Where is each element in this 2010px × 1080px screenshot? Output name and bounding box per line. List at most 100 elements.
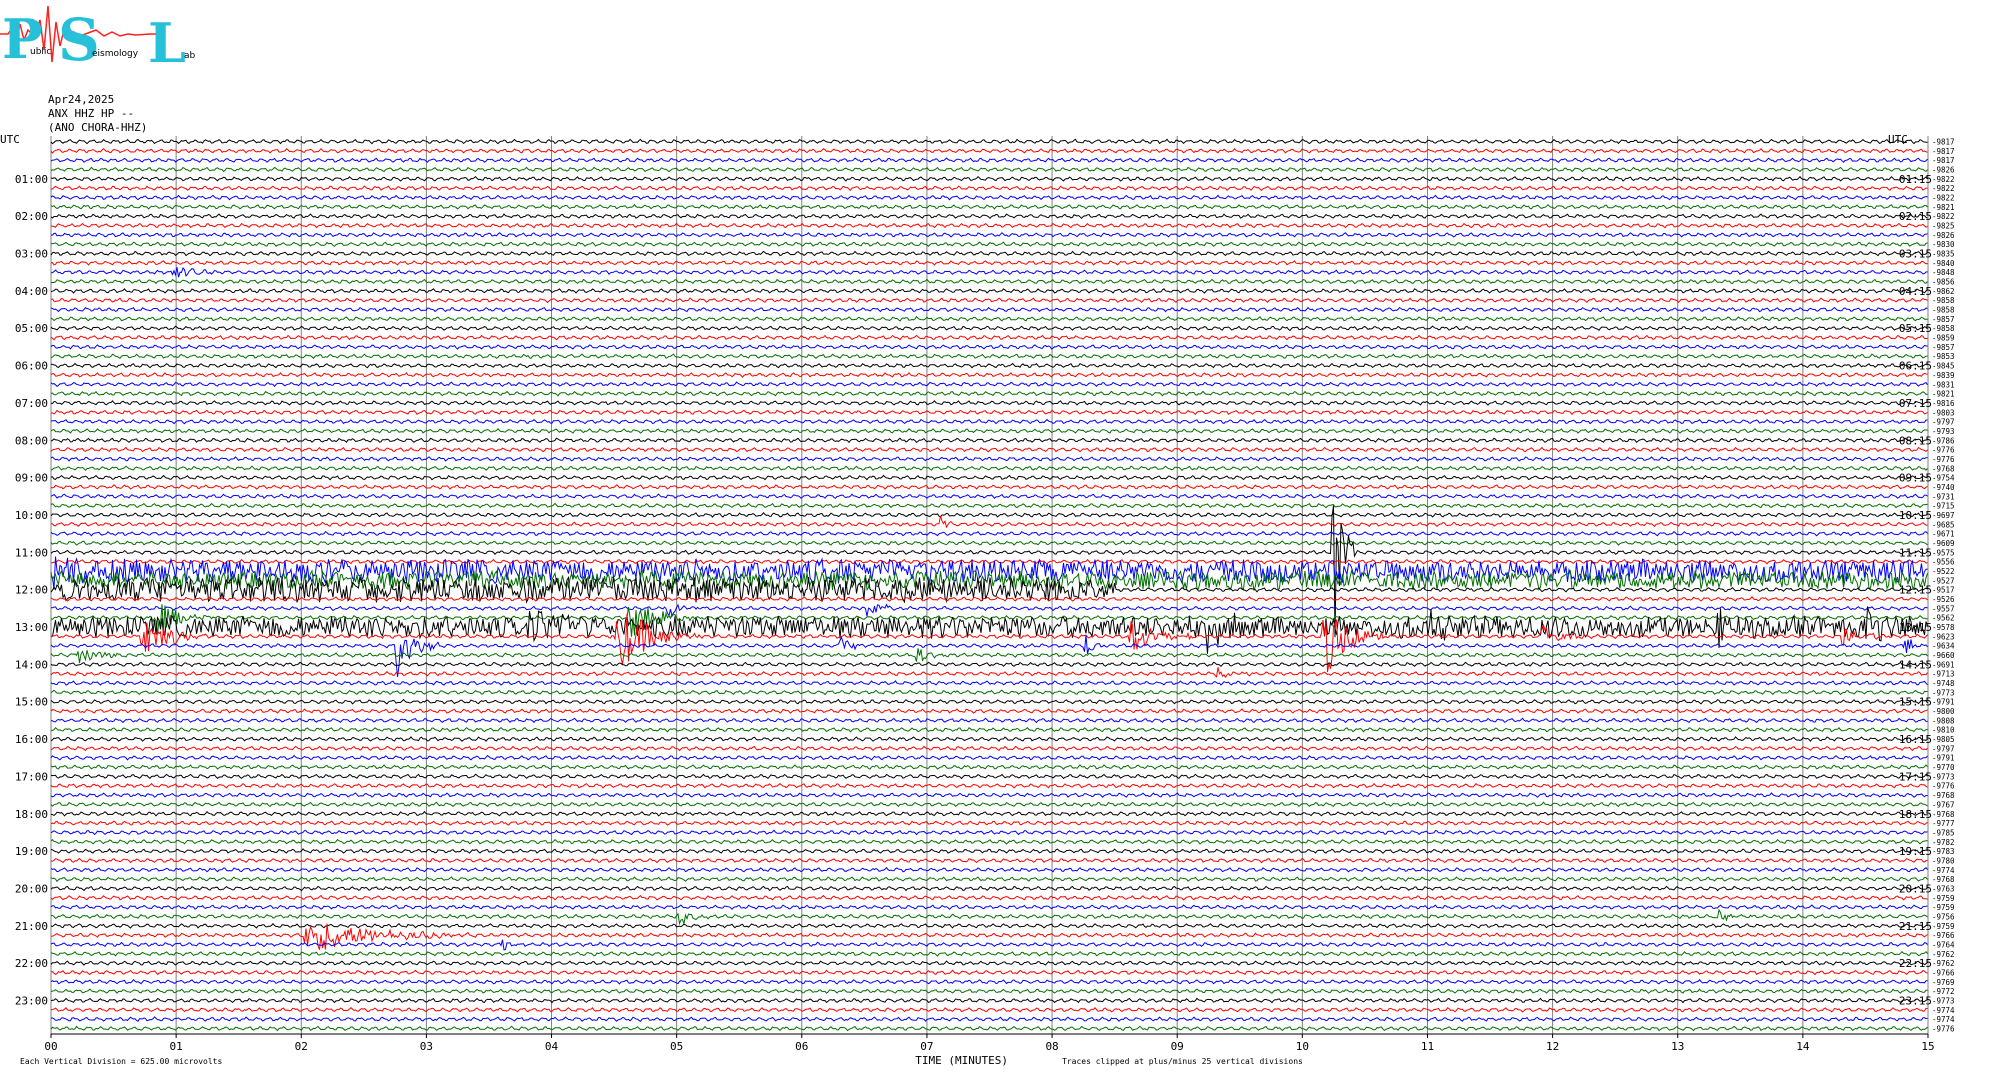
seismic-trace (50, 782, 1928, 789)
seismic-trace (50, 241, 1928, 248)
seismic-trace (50, 306, 1928, 313)
x-tick-label: 13 (1671, 1040, 1684, 1053)
seismic-trace (50, 950, 1928, 957)
trace-offset-label: -9817 (1932, 138, 1955, 147)
seismic-trace (50, 558, 1928, 565)
trace-offset-label: -9773 (1932, 996, 1955, 1005)
trace-offset-label: -9623 (1932, 632, 1955, 641)
seismic-trace (50, 595, 1928, 602)
seismic-trace (50, 456, 1928, 462)
trace-offset-label: -9845 (1932, 362, 1955, 371)
seismic-trace (50, 362, 1928, 369)
seismic-trace (50, 908, 1928, 926)
trace-offset-label: -9782 (1932, 838, 1955, 847)
trace-offset-label: -9762 (1932, 950, 1955, 959)
seismic-trace (50, 138, 1928, 145)
seismic-trace (50, 792, 1928, 798)
x-tick-label: 03 (420, 1040, 433, 1053)
left-hour-label: 19:00 (15, 845, 48, 858)
seismic-trace (50, 885, 1928, 892)
seismic-trace (50, 978, 1928, 985)
seismic-trace (50, 428, 1928, 434)
left-hour-label: 17:00 (15, 770, 48, 783)
seismic-trace (50, 801, 1928, 808)
seismic-trace (50, 698, 1928, 705)
left-hour-label: 16:00 (15, 733, 48, 746)
left-hour-label: 08:00 (15, 434, 48, 447)
seismic-trace (50, 876, 1928, 883)
right-hour-label: 11:15 (1899, 546, 1932, 559)
seismic-trace (50, 969, 1928, 976)
trace-offset-label: -9856 (1932, 278, 1955, 287)
x-tick-label: 06 (795, 1040, 808, 1053)
trace-offset-label: -9767 (1932, 800, 1955, 809)
seismic-trace (50, 922, 1928, 929)
trace-offset-label: -9853 (1932, 352, 1955, 361)
trace-offset-label: -9774 (1932, 1006, 1955, 1015)
seismic-trace (50, 866, 1928, 873)
trace-offset-label: -9774 (1932, 1015, 1955, 1024)
footer-scale-note: Each Vertical Division = 625.00 microvol… (20, 1057, 222, 1066)
left-hour-label: 23:00 (15, 994, 48, 1007)
seismic-trace (50, 334, 1928, 341)
trace-offset-label: -9793 (1932, 427, 1955, 436)
seismic-trace (50, 857, 1928, 864)
trace-offset-label: -9660 (1932, 651, 1955, 660)
trace-offset-label: -9783 (1932, 847, 1955, 856)
seismic-trace (50, 381, 1928, 388)
trace-offset-label: -9822 (1932, 175, 1955, 184)
trace-offset-label: -9772 (1932, 987, 1955, 996)
x-tick-label: 14 (1796, 1040, 1810, 1053)
right-hour-label: 12:15 (1899, 584, 1932, 597)
seismic-trace (50, 203, 1928, 210)
seismic-trace (51, 232, 1928, 238)
right-hour-label: 02:15 (1899, 210, 1932, 223)
trace-offset-label: -9770 (1932, 763, 1955, 772)
trace-offset-label: -9776 (1932, 1025, 1955, 1034)
trace-offset-label: -9810 (1932, 726, 1955, 735)
seismic-trace (50, 222, 1928, 229)
seismic-trace (50, 493, 1928, 500)
trace-offset-label: -9764 (1932, 940, 1955, 949)
trace-offset-label: -9759 (1932, 894, 1955, 903)
seismic-trace (50, 708, 1928, 714)
trace-offset-label: -9762 (1932, 959, 1955, 968)
trace-offset-label: -9858 (1932, 296, 1955, 305)
seismic-trace (50, 437, 1928, 444)
seismic-trace (50, 648, 1928, 664)
seismic-trace (50, 250, 1928, 257)
seismic-trace (50, 661, 1928, 668)
seismic-trace (50, 147, 1928, 154)
x-tick-label: 08 (1045, 1040, 1058, 1053)
trace-offset-label: -9776 (1932, 446, 1955, 455)
trace-offset-label: -9578 (1932, 623, 1955, 632)
seismic-trace (50, 502, 1928, 509)
x-tick-label: 15 (1921, 1040, 1934, 1053)
trace-offset-label: -9768 (1932, 464, 1955, 473)
seismic-trace (50, 1016, 1928, 1022)
trace-offset-label: -9835 (1932, 250, 1955, 259)
right-hour-label: 18:15 (1899, 808, 1932, 821)
left-hour-label: 01:00 (15, 173, 48, 186)
trace-offset-label: -9816 (1932, 399, 1955, 408)
left-hour-label: 07:00 (15, 397, 48, 410)
left-hour-label: 12:00 (15, 584, 48, 597)
seismic-trace (50, 773, 1928, 780)
seismic-trace (50, 325, 1928, 332)
trace-offset-label: -9848 (1932, 268, 1955, 277)
trace-offset-label: -9557 (1932, 604, 1955, 613)
right-hour-label: 13:15 (1899, 621, 1932, 634)
trace-offset-label: -9839 (1932, 371, 1955, 380)
right-hour-label: 07:15 (1899, 397, 1932, 410)
trace-offset-label: -9691 (1932, 660, 1955, 669)
right-hour-label: 04:15 (1899, 285, 1932, 298)
right-hour-label: 09:15 (1899, 472, 1932, 485)
right-hour-label: 22:15 (1899, 957, 1932, 970)
trace-offset-label: -9786 (1932, 436, 1955, 445)
seismic-trace (50, 288, 1928, 294)
trace-offset-label: -9562 (1932, 614, 1955, 623)
seismic-trace (50, 540, 1928, 546)
x-tick-label: 12 (1546, 1040, 1559, 1053)
seismic-trace (50, 185, 1928, 192)
seismic-trace (50, 745, 1928, 752)
